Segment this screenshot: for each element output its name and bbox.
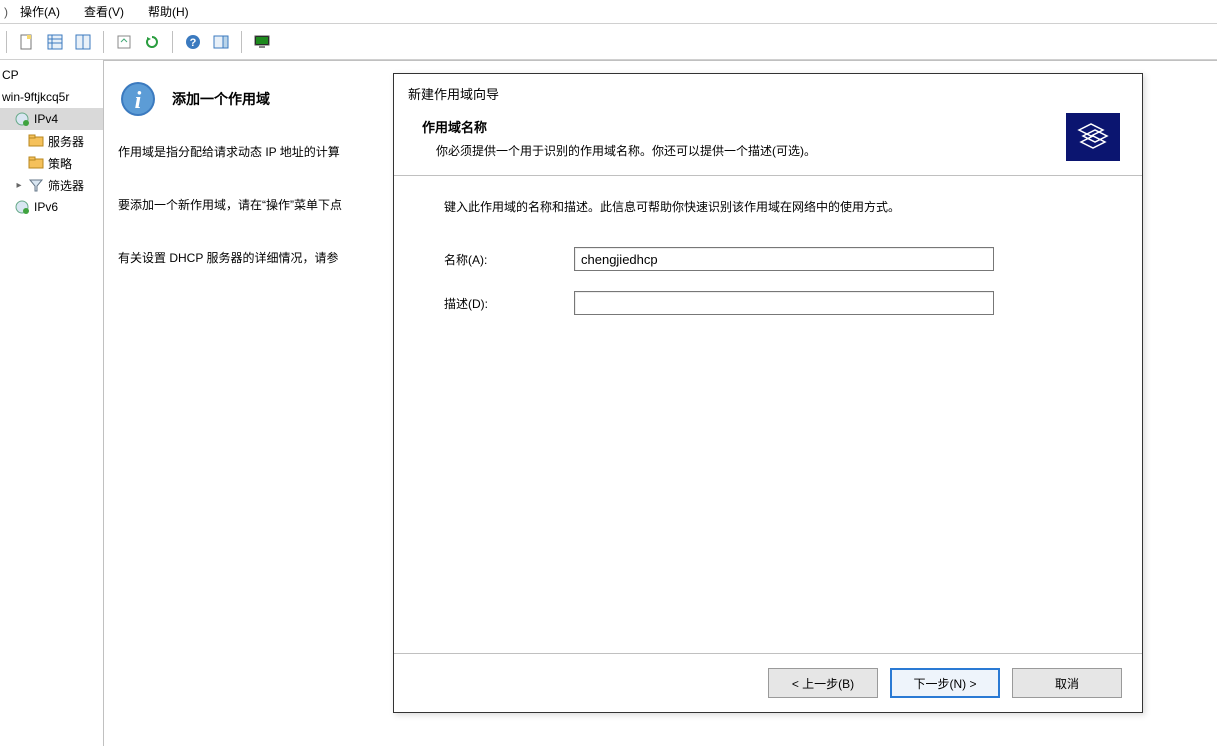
- tree-server-options[interactable]: 服务器: [0, 130, 103, 152]
- wizard-header: 作用域名称 你必须提供一个用于识别的作用域名称。你还可以提供一个描述(可选)。: [394, 107, 1142, 176]
- tree-server[interactable]: win-9ftjkcq5r: [0, 86, 103, 108]
- tree-label: IPv6: [34, 200, 58, 214]
- tree-label: 服务器: [48, 133, 84, 150]
- filter-icon: [28, 177, 44, 193]
- tree-label: 筛选器: [48, 177, 84, 194]
- menubar: ) 操作(A) 查看(V) 帮助(H): [0, 0, 1217, 24]
- info-icon: i: [118, 79, 158, 119]
- wizard-window-title: 新建作用域向导: [394, 74, 1142, 107]
- name-input[interactable]: [574, 247, 994, 271]
- desc-label: 描述(D):: [444, 295, 574, 312]
- next-button[interactable]: 下一步(N) >: [890, 668, 1000, 698]
- tree-ipv6[interactable]: IPv6: [0, 196, 103, 218]
- name-label: 名称(A):: [444, 251, 574, 268]
- wizard-heading: 作用域名称: [422, 117, 1066, 136]
- toolbar-new-icon[interactable]: [15, 30, 39, 54]
- menu-action[interactable]: 操作(A): [8, 1, 72, 22]
- toolbar-separator: [103, 31, 104, 53]
- menu-view[interactable]: 查看(V): [72, 1, 136, 22]
- wizard-dialog: 新建作用域向导 作用域名称 你必须提供一个用于识别的作用域名称。你还可以提供一个…: [393, 73, 1143, 713]
- tree-label: IPv4: [34, 112, 58, 126]
- svg-text:?: ?: [190, 37, 197, 49]
- content-title: 添加一个作用域: [172, 89, 270, 109]
- toolbar-monitor-icon[interactable]: [250, 30, 274, 54]
- wizard-body: 键入此作用域的名称和描述。此信息可帮助你快速识别该作用域在网络中的使用方式。 名…: [394, 176, 1142, 653]
- tree-root-dhcp[interactable]: CP: [0, 64, 103, 86]
- toolbar-refresh-icon[interactable]: [140, 30, 164, 54]
- tree-label: CP: [2, 68, 19, 82]
- wizard-footer: < 上一步(B) 下一步(N) > 取消: [394, 653, 1142, 712]
- tree-ipv4[interactable]: IPv4: [0, 108, 103, 130]
- toolbar-detailview-icon[interactable]: [71, 30, 95, 54]
- toolbar-export-icon[interactable]: [112, 30, 136, 54]
- desc-input[interactable]: [574, 291, 994, 315]
- wizard-scope-icon: [1066, 113, 1120, 161]
- ipv6-icon: [14, 199, 30, 215]
- wizard-subheading: 你必须提供一个用于识别的作用域名称。你还可以提供一个描述(可选)。: [422, 142, 1066, 159]
- ipv4-icon: [14, 111, 30, 127]
- menu-help[interactable]: 帮助(H): [136, 1, 201, 22]
- tree-filters[interactable]: ▸ 筛选器: [0, 174, 103, 196]
- folder-server-icon: [28, 133, 44, 149]
- expand-icon[interactable]: ▸: [14, 180, 24, 191]
- wizard-header-text: 作用域名称 你必须提供一个用于识别的作用域名称。你还可以提供一个描述(可选)。: [422, 113, 1066, 159]
- tree-label: 策略: [48, 155, 72, 172]
- toolbar-separator: [172, 31, 173, 53]
- tree-label: win-9ftjkcq5r: [2, 90, 69, 104]
- toolbar-separator: [6, 31, 7, 53]
- tree-policy[interactable]: 策略: [0, 152, 103, 174]
- tree-pane: CP win-9ftjkcq5r IPv4 服务器 策略 ▸: [0, 60, 104, 746]
- toolbar-separator: [241, 31, 242, 53]
- toolbar-listview-icon[interactable]: [43, 30, 67, 54]
- form-row-name: 名称(A):: [444, 247, 1092, 271]
- toolbar-help-icon[interactable]: ?: [181, 30, 205, 54]
- folder-policy-icon: [28, 155, 44, 171]
- back-button[interactable]: < 上一步(B): [768, 668, 878, 698]
- svg-text:i: i: [135, 88, 142, 114]
- form-row-desc: 描述(D):: [444, 291, 1092, 315]
- toolbar: ?: [0, 24, 1217, 60]
- cancel-button[interactable]: 取消: [1012, 668, 1122, 698]
- wizard-instructions: 键入此作用域的名称和描述。此信息可帮助你快速识别该作用域在网络中的使用方式。: [444, 198, 1092, 215]
- toolbar-panel-icon[interactable]: [209, 30, 233, 54]
